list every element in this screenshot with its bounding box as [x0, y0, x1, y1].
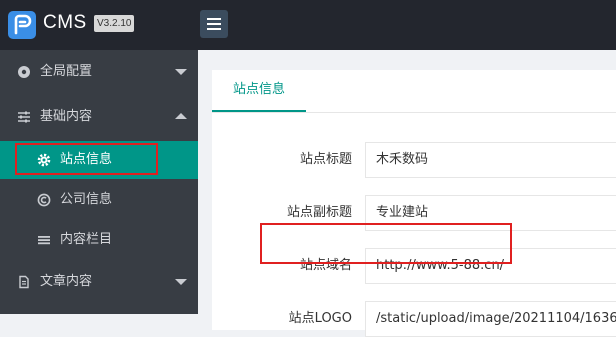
- sidebar-item-label: 文章内容: [40, 274, 93, 289]
- sidebar-item-label: 基础内容: [40, 109, 93, 124]
- sidebar-item-article-content[interactable]: 文章内容: [0, 263, 198, 301]
- logo-icon: [8, 11, 36, 39]
- sidebar-item-global-config[interactable]: 全局配置: [0, 53, 198, 91]
- sidebar-item-label: 公司信息: [60, 192, 113, 207]
- site-title-label: 站点标题: [299, 152, 352, 167]
- form-card: 站点信息 站点标题 木禾数码 站点副标题 专业建站 站点域名 http://ww…: [212, 70, 616, 337]
- site-domain-label: 站点域名: [299, 258, 352, 273]
- sidebar-item-basic-content[interactable]: 基础内容: [0, 98, 198, 136]
- site-subtitle-input[interactable]: 专业建站: [365, 195, 616, 231]
- sidebar: CMS V3.2.10 全局配置 基础内容 站点信息 公司信息 内容栏目 文章内…: [0, 0, 198, 314]
- gear-fill-icon: [18, 66, 30, 78]
- sidebar-item-label: 站点信息: [60, 152, 113, 167]
- site-domain-input[interactable]: http://www.5-88.cn/: [365, 248, 616, 284]
- chevron-down-icon: [175, 279, 187, 285]
- top-bar: [198, 0, 616, 50]
- hamburger-line: [207, 28, 221, 30]
- site-logo-input[interactable]: /static/upload/image/20211104/1636020: [365, 301, 616, 337]
- site-subtitle-label: 站点副标题: [286, 205, 352, 220]
- sidebar-item-label: 内容栏目: [60, 232, 113, 247]
- tab-header: 站点信息: [212, 70, 616, 113]
- copyright-icon: [37, 193, 51, 207]
- sidebar-item-label: 全局配置: [40, 64, 93, 79]
- sidebar-item-company-info[interactable]: 公司信息: [0, 181, 198, 219]
- site-title-input[interactable]: 木禾数码: [365, 142, 616, 178]
- sliders-icon: [18, 111, 30, 123]
- sidebar-item-site-info[interactable]: 站点信息: [0, 141, 198, 179]
- menu-toggle-button[interactable]: [200, 10, 228, 38]
- logo-bar: CMS V3.2.10: [0, 0, 198, 50]
- version-badge: V3.2.10: [94, 15, 135, 32]
- gear-icon: [37, 153, 51, 167]
- chevron-up-icon: [175, 113, 187, 119]
- hamburger-line: [207, 23, 221, 25]
- hamburger-line: [207, 18, 221, 20]
- tab-site-info[interactable]: 站点信息: [212, 70, 306, 112]
- document-icon: [19, 275, 29, 289]
- main-content: 站点信息 站点标题 木禾数码 站点副标题 专业建站 站点域名 http://ww…: [198, 50, 616, 337]
- site-logo-label: 站点LOGO: [288, 311, 352, 326]
- app-name: CMS: [43, 12, 87, 33]
- list-icon: [38, 236, 50, 245]
- sidebar-item-content-columns[interactable]: 内容栏目: [0, 221, 198, 259]
- chevron-down-icon: [175, 69, 187, 75]
